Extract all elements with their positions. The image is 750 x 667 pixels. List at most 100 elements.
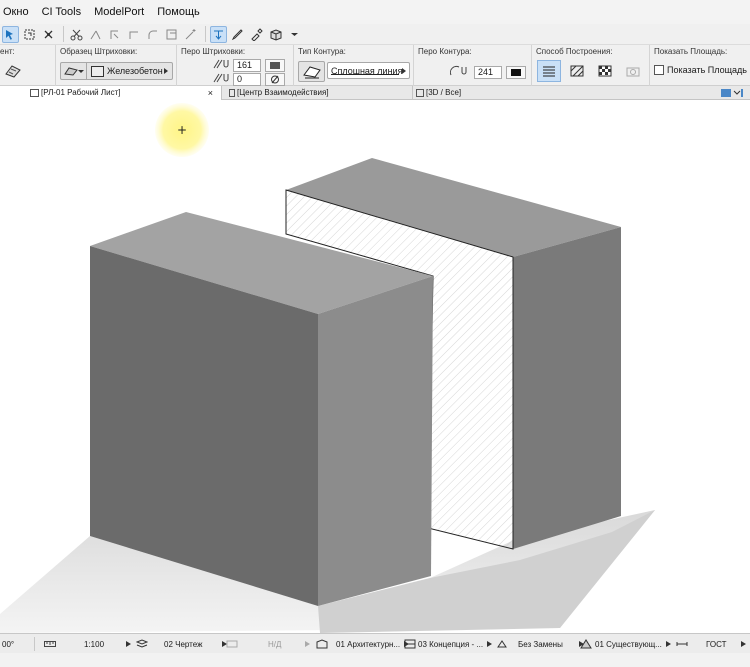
hatch-swatch bbox=[91, 65, 104, 77]
view-3d-icon bbox=[416, 89, 424, 97]
fill-tool-icon[interactable] bbox=[5, 64, 21, 81]
status-divider bbox=[34, 637, 35, 651]
toolbar-divider bbox=[63, 26, 64, 42]
model-view-value: 01 Архитектурн... bbox=[336, 639, 401, 649]
tab-3d[interactable]: [3D / Все] bbox=[414, 86, 714, 100]
eyedropper-icon[interactable] bbox=[248, 26, 265, 43]
gravity-icon[interactable] bbox=[210, 25, 227, 43]
contour-pen-field[interactable]: 241 bbox=[474, 66, 502, 79]
hatch-bg-pen-field[interactable]: 0 bbox=[233, 73, 261, 86]
dimension-standard-dropdown[interactable]: ГОСТ bbox=[676, 634, 746, 654]
offset-icon[interactable] bbox=[163, 26, 180, 43]
method-section: Способ Построения: bbox=[532, 45, 650, 87]
pen-icon[interactable] bbox=[229, 26, 246, 43]
camera-icon bbox=[626, 67, 640, 77]
element-section: ент: bbox=[0, 45, 56, 87]
arrow-select-icon[interactable] bbox=[2, 25, 19, 43]
menu-ci-tools[interactable]: CI Tools bbox=[42, 6, 82, 18]
split-icon[interactable] bbox=[87, 26, 104, 43]
magic-wand-icon[interactable] bbox=[182, 26, 199, 43]
tab-collaboration-label: [Центр Взаимодействия] bbox=[237, 88, 329, 97]
menu-modelport[interactable]: ModelPort bbox=[94, 6, 144, 18]
caret-right-icon bbox=[305, 641, 311, 647]
adjust-icon[interactable] bbox=[106, 26, 123, 43]
drawing-canvas[interactable]: + bbox=[0, 101, 750, 633]
worksheet-icon bbox=[30, 89, 39, 97]
method-disabled-button[interactable] bbox=[626, 65, 640, 80]
hatch-type-icon bbox=[61, 63, 87, 79]
hatch-fg-color-button[interactable] bbox=[265, 59, 285, 72]
renovation-dropdown[interactable]: 01 Существующ... bbox=[580, 634, 671, 654]
no-color-icon bbox=[271, 75, 279, 84]
hatch-pen-section: Перо Штриховки: 161 0 bbox=[177, 45, 294, 87]
building-icon bbox=[316, 639, 328, 649]
override-icon bbox=[497, 640, 507, 648]
layer-combo-dropdown[interactable]: 02 Чертеж bbox=[136, 634, 228, 654]
tab-worksheet[interactable]: [РЛ-01 Рабочий Лист] × bbox=[0, 86, 222, 100]
hatch-section: Образец Штриховки: Железобетон bbox=[56, 45, 177, 87]
cross-select-icon[interactable] bbox=[40, 26, 57, 43]
pen-set-value: Н/Д bbox=[268, 639, 282, 649]
show-area-text: Показать Площадь bbox=[667, 65, 747, 75]
line-preview bbox=[331, 74, 399, 75]
hatch-grid-icon bbox=[570, 65, 584, 77]
line-type-dropdown[interactable]: Сплошная линия bbox=[327, 62, 410, 79]
info-box: ент: Образец Штриховки: Железобетон Перо… bbox=[0, 44, 750, 87]
front-block-side bbox=[318, 276, 433, 606]
renovation-icon bbox=[580, 639, 592, 649]
override-dropdown[interactable]: Без Замены bbox=[496, 634, 584, 654]
caret-right-icon bbox=[164, 68, 168, 74]
angle-readout[interactable]: 00° bbox=[2, 634, 14, 654]
scissors-icon[interactable] bbox=[68, 26, 85, 43]
plan-display-dropdown[interactable]: 03 Концепция - ... bbox=[404, 634, 493, 654]
dimension-icon bbox=[676, 642, 688, 646]
hatch-value: Железобетон bbox=[107, 66, 163, 76]
hatch-bg-color-button[interactable] bbox=[265, 73, 285, 86]
pen-set-icon bbox=[226, 640, 238, 648]
tab-collaboration[interactable]: [Центр Взаимодействия] bbox=[223, 86, 413, 100]
hatch-fg-pen-field[interactable]: 161 bbox=[233, 59, 261, 72]
tab-3d-label: [3D / Все] bbox=[426, 88, 462, 97]
caret-right-icon bbox=[665, 641, 671, 647]
scale-dropdown[interactable]: 1:100 bbox=[44, 634, 132, 654]
area-label: Показать Площадь: bbox=[654, 47, 728, 56]
menu-window[interactable]: Окно bbox=[3, 6, 29, 18]
window-list-icon bbox=[721, 89, 743, 97]
menu-bar: Окно CI Tools ModelPort Помощь bbox=[0, 0, 750, 24]
fillet-icon[interactable] bbox=[144, 26, 161, 43]
method-polygon-button[interactable] bbox=[537, 60, 561, 82]
plan-icon bbox=[404, 639, 416, 649]
method-rect-button[interactable] bbox=[570, 65, 584, 80]
model-view-dropdown[interactable]: 01 Архитектурн... bbox=[316, 634, 410, 654]
scene-3d[interactable]: + bbox=[0, 101, 750, 633]
toolbar bbox=[0, 24, 750, 44]
layers-icon bbox=[136, 639, 148, 648]
plan-display-value: 03 Концепция - ... bbox=[418, 639, 484, 649]
corner-icon[interactable] bbox=[125, 26, 142, 43]
hatch-pen-label: Перо Штриховки: bbox=[181, 47, 246, 56]
box-view-icon[interactable] bbox=[267, 26, 284, 43]
contour-type-button[interactable] bbox=[298, 61, 325, 82]
marquee-select-icon[interactable] bbox=[21, 26, 38, 43]
checkbox-box[interactable] bbox=[654, 65, 664, 75]
override-value: Без Замены bbox=[518, 639, 563, 649]
color-swatch bbox=[511, 69, 521, 76]
show-area-checkbox[interactable]: Показать Площадь bbox=[654, 65, 747, 75]
caret-right-icon bbox=[402, 67, 406, 74]
close-icon[interactable]: × bbox=[208, 86, 213, 100]
method-label: Способ Построения: bbox=[536, 47, 613, 56]
hatch-pattern-dropdown[interactable]: Железобетон bbox=[60, 62, 173, 80]
method-magic-button[interactable] bbox=[598, 65, 612, 80]
lines-icon bbox=[543, 66, 555, 77]
contour-color-button[interactable] bbox=[506, 66, 526, 79]
contour-section: Тип Контура: Сплошная линия bbox=[294, 45, 414, 87]
status-bar: 00° 1:100 02 Чертеж Н/Д 01 Архитектурн..… bbox=[0, 633, 750, 653]
menu-help[interactable]: Помощь bbox=[157, 6, 200, 18]
hatch-label: Образец Штриховки: bbox=[60, 47, 138, 56]
tab-menu-button[interactable] bbox=[720, 88, 744, 98]
hatch-bg-pen-icon bbox=[213, 72, 231, 87]
chevron-down-icon[interactable] bbox=[286, 26, 303, 43]
layer-value: 02 Чертеж bbox=[164, 639, 203, 649]
area-section: Показать Площадь: Показать Площадь bbox=[650, 45, 750, 87]
pen-set-dropdown[interactable]: Н/Д bbox=[226, 634, 311, 654]
